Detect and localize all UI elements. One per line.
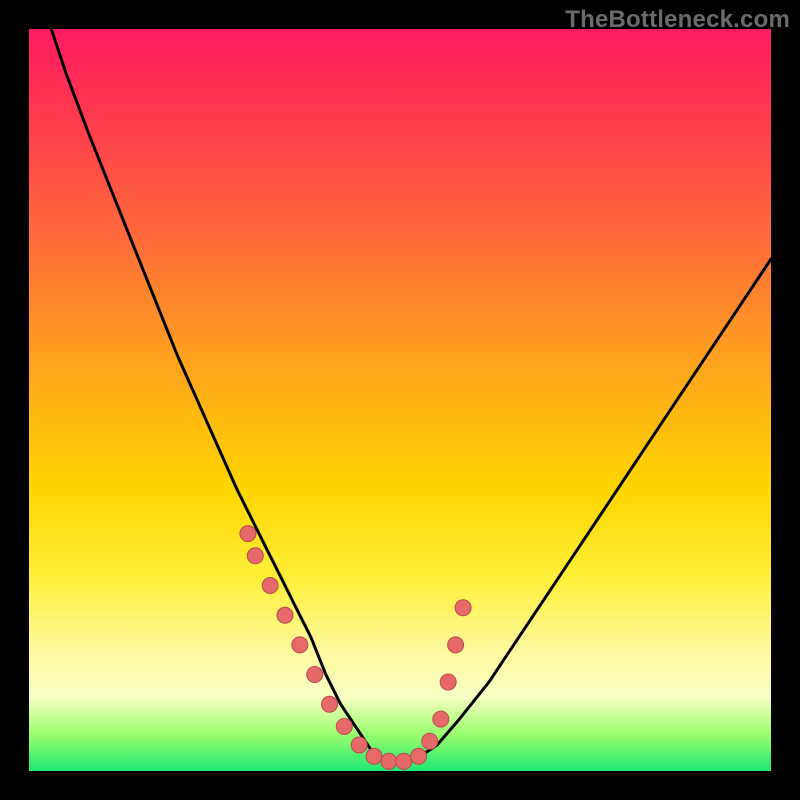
curve-marker bbox=[396, 753, 412, 769]
curve-marker bbox=[262, 578, 278, 594]
plot-area bbox=[29, 29, 771, 771]
curve-marker bbox=[240, 526, 256, 542]
curve-marker bbox=[351, 737, 367, 753]
curve-marker bbox=[440, 674, 456, 690]
curve-marker bbox=[247, 548, 263, 564]
curve-marker bbox=[277, 607, 293, 623]
curve-marker bbox=[381, 753, 397, 769]
bottleneck-curve bbox=[51, 29, 771, 764]
curve-marker bbox=[433, 711, 449, 727]
curve-marker bbox=[292, 637, 308, 653]
curve-marker bbox=[307, 667, 323, 683]
curve-marker bbox=[422, 733, 438, 749]
curve-marker bbox=[366, 748, 382, 764]
curve-marker bbox=[448, 637, 464, 653]
chart-svg bbox=[29, 29, 771, 771]
chart-stage: TheBottleneck.com bbox=[0, 0, 800, 800]
curve-marker bbox=[455, 600, 471, 616]
curve-marker bbox=[411, 748, 427, 764]
curve-marker bbox=[322, 696, 338, 712]
curve-marker bbox=[336, 719, 352, 735]
